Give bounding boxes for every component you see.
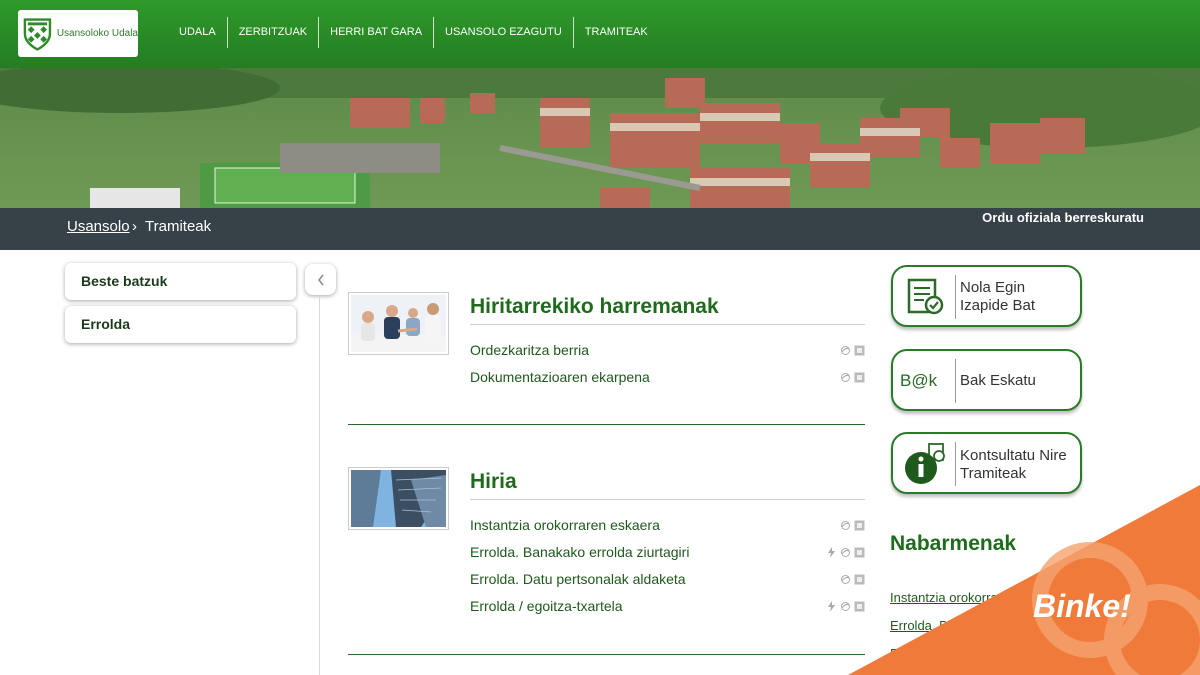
nav-tramiteak[interactable]: TRAMITEAK: [572, 17, 659, 48]
section-thumbnail-buildings: [348, 467, 449, 530]
breadcrumb-current: Tramiteak: [145, 218, 212, 235]
nav-usansolo-ezagutu[interactable]: USANSOLO EZAGUTU: [433, 17, 573, 48]
chevron-left-icon: [317, 274, 324, 285]
breadcrumb-bar: Usansolo › Tramiteak Ordu ofiziala berre…: [0, 208, 1200, 250]
tramite-channel-icons: [840, 372, 865, 383]
tramite-link[interactable]: Errolda. Banakako errolda ziurtagiri: [470, 544, 689, 560]
nav-zerbitzuak[interactable]: ZERBITZUAK: [226, 17, 318, 48]
nav-herri-bat-gara[interactable]: HERRI BAT GARA: [318, 17, 433, 48]
sidebar-collapse-button[interactable]: [305, 264, 336, 295]
kontsultatu-line1: Kontsultatu Nire: [960, 447, 1067, 464]
nav-udala[interactable]: UDALA: [168, 17, 227, 48]
nola-egin-line1: Nola Egin: [960, 279, 1026, 296]
lightning-icon: [828, 601, 835, 612]
in-person-icon: [854, 372, 865, 383]
logo-text: Usansoloko Udala: [56, 28, 138, 39]
ordu-ofiziala-link[interactable]: Ordu ofiziala berreskuratu: [982, 210, 1144, 225]
highlight-link[interactable]: Errolda. B: [890, 618, 948, 633]
in-person-icon: [854, 574, 865, 585]
online-icon: [841, 602, 850, 611]
tramite-link[interactable]: Errolda. Datu pertsonalak aldaketa: [470, 571, 686, 587]
form-check-icon: [907, 278, 944, 315]
main-nav: UDALA ZERBITZUAK HERRI BAT GARA USANSOLO…: [168, 17, 659, 48]
tramite-channel-icons: [840, 574, 865, 585]
lightning-icon: [828, 547, 835, 558]
bak-eskatu-label: Bak Eskatu: [960, 372, 1036, 389]
tramite-link[interactable]: Errolda / egoitza-txartela: [470, 598, 623, 614]
divider: [319, 296, 320, 675]
online-icon: [841, 373, 850, 382]
divider: [955, 442, 956, 486]
breadcrumb-separator: ›: [132, 218, 137, 235]
online-icon: [841, 548, 850, 557]
section-title-hiria: Hiria: [470, 470, 517, 493]
section-separator: [348, 654, 865, 655]
in-person-icon: [854, 601, 865, 612]
sidebar-item-errolda[interactable]: Errolda: [65, 306, 296, 343]
highlight-link[interactable]: Instantzia orokorra: [890, 590, 998, 605]
tramite-link[interactable]: Ordezkaritza berria: [470, 342, 589, 358]
section-title-hiritarrekiko: Hiritarrekiko harremanak: [470, 295, 719, 318]
divider: [955, 275, 956, 319]
kontsultatu-line2: Tramiteak: [960, 465, 1027, 482]
section-rule: [470, 324, 865, 325]
binke-text: Binke!: [1033, 588, 1131, 624]
section-separator: [348, 424, 865, 425]
tramite-channel-icons: [826, 601, 865, 612]
hero-banner-image: [0, 68, 1200, 208]
kontsultatu-button[interactable]: Kontsultatu Nire Tramiteak: [891, 432, 1082, 494]
tramite-channel-icons: [840, 520, 865, 531]
breadcrumb-home-link[interactable]: Usansolo: [67, 218, 130, 235]
in-person-icon: [854, 547, 865, 558]
bak-logo-icon: B@k: [900, 371, 938, 390]
site-logo[interactable]: Usansoloko Udala: [18, 10, 138, 57]
tramite-channel-icons: [826, 547, 865, 558]
section-thumbnail-people: [348, 292, 449, 355]
nola-egin-line2: Izapide Bat: [960, 297, 1036, 314]
divider: [955, 359, 956, 403]
bak-eskatu-button[interactable]: B@k Bak Eskatu: [891, 349, 1082, 411]
in-person-icon: [854, 345, 865, 356]
section-rule: [470, 499, 865, 500]
nola-egin-button[interactable]: Nola Egin Izapide Bat: [891, 265, 1082, 327]
tramite-link[interactable]: Instantzia orokorraren eskaera: [470, 517, 660, 533]
online-icon: [841, 346, 850, 355]
sidebar-item-beste-batzuk[interactable]: Beste batzuk: [65, 263, 296, 300]
tramite-link[interactable]: Dokumentazioaren ekarpena: [470, 369, 650, 385]
tramite-channel-icons: [840, 345, 865, 356]
info-icon: [905, 443, 945, 484]
shield-logo-icon: [23, 17, 52, 51]
online-icon: [841, 575, 850, 584]
online-icon: [841, 521, 850, 530]
highlight-link[interactable]: E: [890, 646, 899, 661]
svg-text:B@k: B@k: [900, 371, 938, 390]
in-person-icon: [854, 520, 865, 531]
nabarmenak-title: Nabarmenak: [890, 532, 1017, 555]
top-header: Usansoloko Udala UDALA ZERBITZUAK HERRI …: [0, 0, 1200, 68]
